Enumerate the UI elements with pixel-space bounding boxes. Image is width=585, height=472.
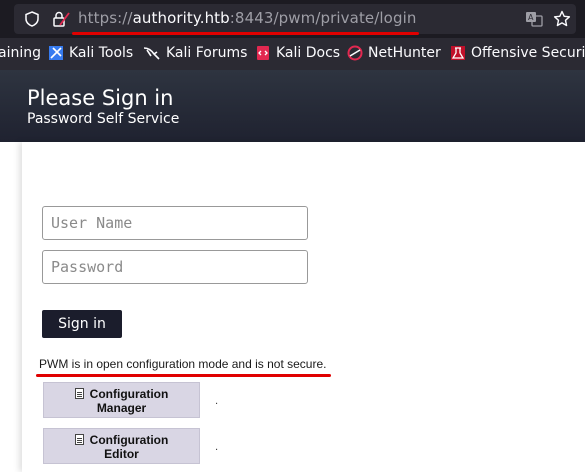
config-button-line2: Manager: [96, 401, 147, 415]
password-input[interactable]: [43, 251, 307, 283]
bookmarks-bar: aining Kali Tools Kali Forums Kali Docs …: [0, 38, 585, 70]
page-title: Please Sign in: [27, 86, 174, 110]
bookmark-star-icon[interactable]: [553, 10, 571, 28]
configuration-manager-button[interactable]: Configuration Manager: [43, 382, 200, 418]
separator-dot: .: [215, 442, 219, 453]
config-button-line1: Configuration: [89, 387, 169, 401]
bookmark-label: Kali Forums: [166, 45, 248, 61]
config-button-line2: Editor: [104, 447, 139, 461]
username-input[interactable]: [43, 207, 307, 239]
url-text[interactable]: https://authority.htb:8443/pwm/private/l…: [78, 9, 416, 27]
kali-tools-icon: [49, 46, 63, 60]
bookmark-kali-docs[interactable]: Kali Docs: [255, 45, 340, 61]
svg-text:A: A: [528, 13, 534, 22]
config-button-line1: Configuration: [89, 433, 169, 447]
bookmark-kali-forums[interactable]: Kali Forums: [143, 45, 247, 61]
sign-in-button[interactable]: Sign in: [42, 310, 122, 338]
kali-docs-icon: [257, 46, 269, 60]
shield-icon[interactable]: [24, 11, 40, 27]
open-config-warning: PWM is in open configuration mode and is…: [39, 357, 327, 371]
insecure-lock-icon[interactable]: [52, 11, 70, 27]
translate-icon[interactable]: A: [525, 10, 543, 28]
bookmark-label: Offensive Security: [471, 45, 585, 61]
configuration-editor-button[interactable]: Configuration Editor: [43, 428, 200, 464]
bookmark-label: Kali Tools: [69, 45, 134, 61]
url-host: authority.htb: [132, 9, 230, 27]
nethunter-icon: [347, 45, 363, 61]
kali-dragon-icon: [143, 47, 160, 60]
url-path: :8443/pwm/private/login: [229, 9, 417, 27]
bookmark-offensive-security[interactable]: Offensive Security: [450, 45, 585, 61]
page-subtitle: Password Self Service: [27, 111, 180, 127]
bookmark-label: Kali Docs: [276, 45, 341, 61]
bookmark-nethunter[interactable]: NetHunter: [347, 45, 441, 61]
bookmark-training[interactable]: aining: [0, 45, 41, 61]
browser-toolbar: https://authority.htb:8443/pwm/private/l…: [0, 0, 585, 38]
url-scheme: https://: [78, 9, 133, 27]
username-field[interactable]: [42, 206, 308, 240]
offsec-icon: [451, 46, 465, 60]
bookmark-kali-tools[interactable]: Kali Tools: [48, 45, 133, 61]
page-header: Please Sign in Password Self Service: [0, 70, 585, 142]
password-field[interactable]: [42, 250, 308, 284]
address-bar[interactable]: https://authority.htb:8443/pwm/private/l…: [14, 4, 576, 35]
document-icon: [74, 388, 84, 399]
bookmark-label: aining: [0, 45, 41, 61]
login-panel: [22, 142, 585, 472]
document-icon: [74, 434, 84, 445]
red-annotation-underline: [72, 32, 419, 35]
separator-dot: .: [215, 396, 219, 407]
red-annotation-underline: [36, 374, 331, 377]
bookmark-label: NetHunter: [368, 45, 441, 61]
